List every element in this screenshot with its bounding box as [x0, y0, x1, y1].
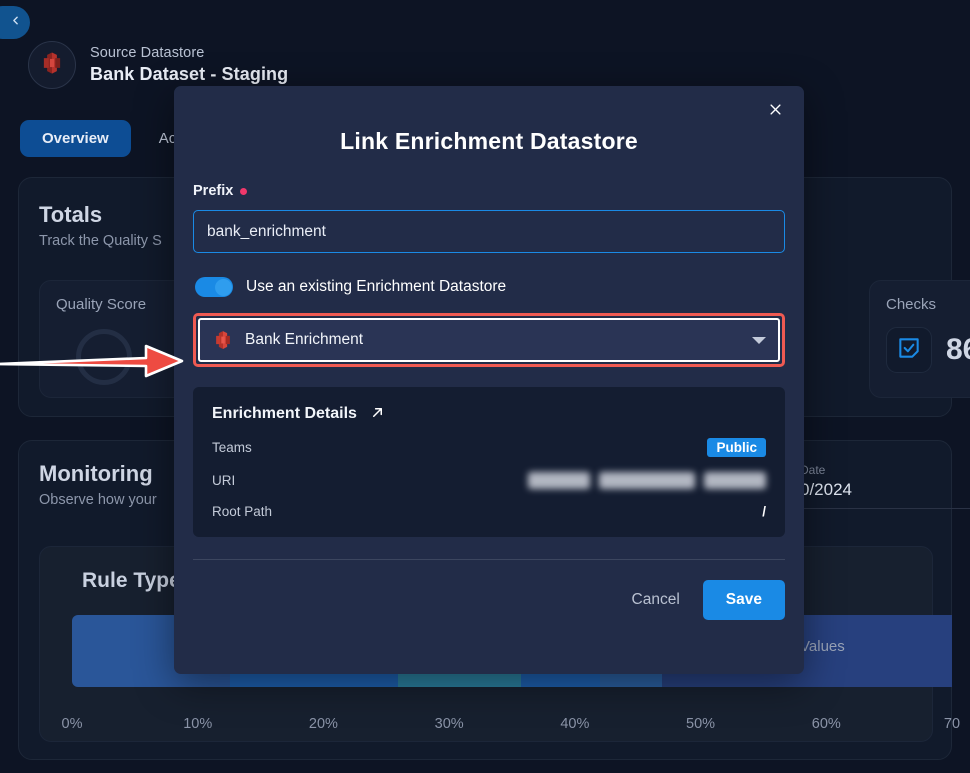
status-badge: Public — [707, 438, 766, 457]
dialog-body: Prefix Use an existing Enrichment Datast… — [174, 183, 804, 537]
close-icon — [768, 102, 783, 122]
detail-key: URI — [212, 473, 236, 488]
detail-row-teams: Teams Public — [212, 438, 766, 457]
redacted-uri-value — [528, 472, 766, 489]
prefix-label: Prefix — [193, 183, 234, 199]
detail-value: / — [762, 504, 766, 519]
close-button[interactable] — [764, 101, 786, 123]
prefix-input[interactable] — [193, 210, 785, 253]
enrichment-datastore-selected-value: Bank Enrichment — [245, 331, 364, 348]
modal-overlay: Link Enrichment Datastore Prefix Use an … — [0, 0, 970, 773]
required-indicator-icon — [240, 187, 248, 195]
detail-key: Teams — [212, 440, 252, 455]
detail-row-uri: URI — [212, 472, 766, 489]
enrichment-details-card: Enrichment Details Teams Public URI Root… — [193, 387, 785, 537]
enrichment-details-title: Enrichment Details — [212, 405, 357, 422]
dialog-footer: Cancel Save — [174, 560, 804, 620]
enrichment-details-header: Enrichment Details — [212, 405, 766, 423]
detail-row-root-path: Root Path / — [212, 504, 766, 519]
use-existing-toggle-label: Use an existing Enrichment Datastore — [246, 278, 507, 295]
cancel-button[interactable]: Cancel — [618, 581, 694, 619]
prefix-label-row: Prefix — [193, 183, 785, 199]
external-link-arrow-icon[interactable] — [370, 405, 385, 423]
dialog-title: Link Enrichment Datastore — [340, 128, 638, 154]
enrichment-datastore-select[interactable]: Bank Enrichment — [200, 320, 778, 360]
redshift-datastore-icon — [212, 329, 234, 351]
save-button[interactable]: Save — [702, 580, 785, 620]
link-enrichment-datastore-dialog: Link Enrichment Datastore Prefix Use an … — [174, 86, 804, 674]
detail-key: Root Path — [212, 504, 273, 519]
datastore-select-highlight: Bank Enrichment — [193, 313, 785, 367]
chevron-down-icon[interactable] — [752, 336, 766, 344]
use-existing-toggle[interactable] — [195, 277, 233, 297]
use-existing-toggle-row[interactable]: Use an existing Enrichment Datastore — [193, 277, 785, 297]
